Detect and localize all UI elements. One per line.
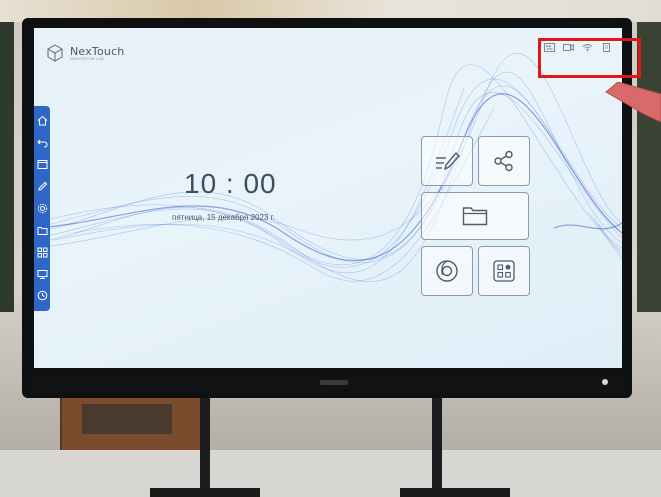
bezel-logo [320,380,348,385]
stand-leg-right [432,396,442,497]
wave-background [34,52,622,282]
files-tile[interactable] [421,192,529,240]
share-icon [494,150,513,172]
settings-icon[interactable] [37,203,48,214]
window-icon[interactable] [37,159,48,170]
status-bar-highlight [538,38,641,78]
cabinet-device [82,404,172,434]
wooden-cabinet [60,392,204,456]
clock-date: пятница, 15 декабря 2023 г. [172,213,275,222]
stand-foot-left [150,488,260,497]
room-wall-left [0,22,14,312]
touch-screen: NexTouch INNOVATION LAB 10 : 00 пятница,… [34,28,622,368]
share-tile[interactable] [478,136,530,186]
brand-logo: NexTouch INNOVATION LAB [46,44,124,62]
brand-name: NexTouch [70,44,125,58]
power-button[interactable] [602,379,608,385]
browser-tile[interactable] [421,246,473,296]
clock-time: 10 : 00 [184,168,277,199]
floor [0,450,661,497]
apps-tile[interactable] [478,246,530,296]
annotation-arrow-icon [605,82,661,122]
clock-icon[interactable] [37,290,48,301]
folder-icon[interactable] [37,225,48,236]
pen-icon[interactable] [37,181,48,192]
browser-icon [436,260,458,282]
side-toolbar [34,106,50,311]
whiteboard-pen-icon [436,151,460,171]
stand-foot-right [400,488,510,497]
display-icon[interactable] [37,269,48,280]
apps-icon[interactable] [37,247,48,258]
cube-logo-icon [47,44,63,62]
back-icon[interactable] [36,137,48,148]
folder-icon [462,207,488,226]
home-icon[interactable] [37,115,48,126]
stand-leg-left [200,396,210,497]
whiteboard-tile[interactable] [421,136,473,186]
apps-grid-icon [493,260,515,282]
